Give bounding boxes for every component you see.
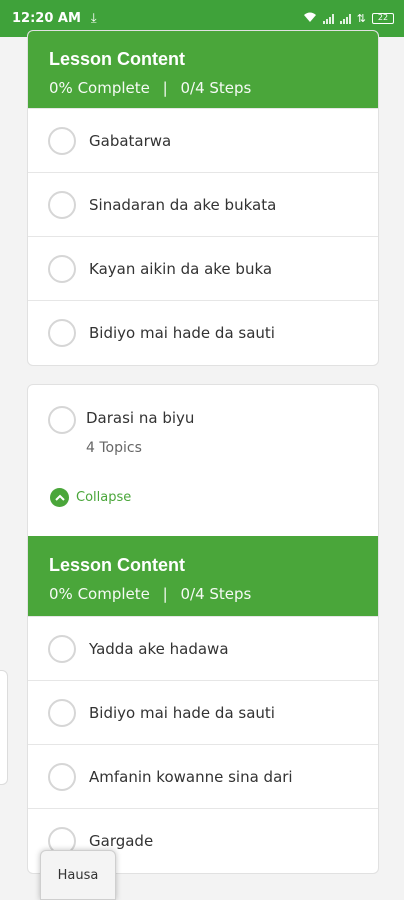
lesson-content-title: Lesson Content xyxy=(49,555,186,575)
status-icons: ⇅ 22 xyxy=(303,12,394,26)
progress-steps: 0/4 Steps xyxy=(180,585,252,603)
incomplete-circle-icon xyxy=(48,634,76,663)
incomplete-circle-icon xyxy=(48,254,76,283)
lesson-incomplete-circle-icon xyxy=(48,406,76,434)
topic-item[interactable]: Kayan aikin da ake buka xyxy=(28,236,378,300)
topic-label: Yadda ake hadawa xyxy=(89,639,229,658)
lesson-content-header: Lesson Content 0% Complete | 0/4 Steps xyxy=(28,31,378,108)
incomplete-circle-icon xyxy=(48,318,76,347)
signal-icon-2 xyxy=(339,13,351,24)
topic-item[interactable]: Gabatarwa xyxy=(28,108,378,172)
lesson-content-section: Lesson Content 0% Complete | 0/4 Steps Y… xyxy=(28,536,378,872)
data-speed-icon: ⇅ xyxy=(356,12,366,25)
collapse-label: Collapse xyxy=(76,490,132,505)
topic-label: Amfanin kowanne sina dari xyxy=(89,767,293,786)
side-drawer-handle[interactable] xyxy=(0,670,8,785)
battery-icon: 22 xyxy=(372,13,394,24)
lesson-title[interactable]: Darasi na biyu xyxy=(86,409,194,427)
incomplete-circle-icon xyxy=(48,190,76,219)
lesson-card-2: Darasi na biyu 4 Topics Collapse Lesson … xyxy=(27,384,379,874)
incomplete-circle-icon xyxy=(48,698,76,727)
topic-item[interactable]: Bidiyo mai hade da sauti xyxy=(28,300,378,364)
status-time: 12:20 AM xyxy=(12,11,81,26)
wifi-icon xyxy=(303,12,317,26)
lesson-content-title: Lesson Content xyxy=(49,49,186,69)
lesson-progress: 0% Complete | 0/4 Steps xyxy=(49,79,357,97)
lesson-content-card-1: Lesson Content 0% Complete | 0/4 Steps G… xyxy=(27,30,379,366)
progress-percent: 0% Complete xyxy=(49,585,150,603)
topic-label: Bidiyo mai hade da sauti xyxy=(89,703,275,722)
topic-label: Gabatarwa xyxy=(89,131,172,150)
incomplete-circle-icon xyxy=(48,762,76,791)
topic-label: Kayan aikin da ake buka xyxy=(89,259,273,278)
lesson-topic-count: 4 Topics xyxy=(86,440,142,456)
topic-item[interactable]: Sinadaran da ake bukata xyxy=(28,172,378,236)
lesson-progress: 0% Complete | 0/4 Steps xyxy=(49,585,357,603)
chevron-up-icon xyxy=(50,488,69,507)
topic-item[interactable]: Bidiyo mai hade da sauti xyxy=(28,680,378,744)
topic-item[interactable]: Yadda ake hadawa xyxy=(28,616,378,680)
download-icon: ⤓ xyxy=(90,11,97,26)
signal-icon xyxy=(322,13,334,24)
progress-percent: 0% Complete xyxy=(49,79,150,97)
collapse-button[interactable]: Collapse xyxy=(50,488,131,507)
lesson-content-header: Lesson Content 0% Complete | 0/4 Steps xyxy=(28,536,378,616)
topic-label: Sinadaran da ake bukata xyxy=(89,195,277,214)
topic-label: Gargade xyxy=(89,831,154,850)
progress-steps: 0/4 Steps xyxy=(180,79,252,97)
incomplete-circle-icon xyxy=(48,126,76,155)
topic-item[interactable]: Amfanin kowanne sina dari xyxy=(28,744,378,808)
progress-separator: | xyxy=(162,79,168,97)
topic-label: Bidiyo mai hade da sauti xyxy=(89,323,275,342)
progress-separator: | xyxy=(162,585,168,603)
language-switcher-button[interactable]: Hausa xyxy=(40,850,116,900)
